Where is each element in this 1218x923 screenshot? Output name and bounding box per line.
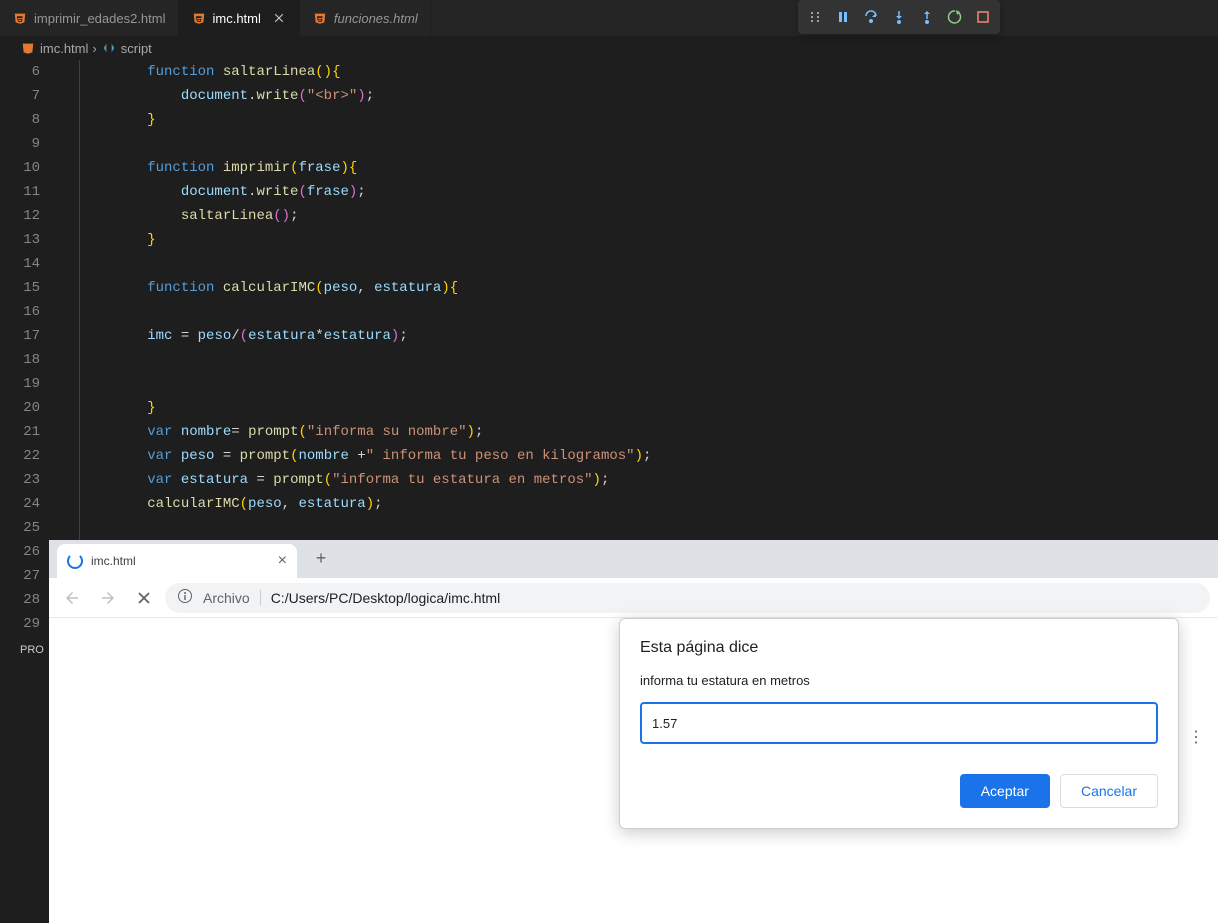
pause-icon[interactable] [830, 4, 856, 30]
address-url: C:/Users/PC/Desktop/logica/imc.html [271, 590, 501, 606]
drag-handle-icon[interactable] [802, 4, 828, 30]
address-bar[interactable]: Archivo C:/Users/PC/Desktop/logica/imc.h… [165, 583, 1210, 613]
tab-imc[interactable]: imc.html [179, 0, 300, 36]
tab-funciones[interactable]: funciones.html [300, 0, 431, 36]
html-file-icon [312, 10, 328, 26]
editor-tab-bar: imprimir_edades2.html imc.html funciones… [0, 0, 1218, 36]
prompt-input[interactable] [640, 702, 1158, 744]
more-icon[interactable]: ⋮ [1188, 727, 1204, 747]
stop-icon[interactable] [970, 4, 996, 30]
info-icon[interactable] [177, 588, 193, 607]
browser-window: imc.html × + Archivo C:/Users/PC/Desktop… [49, 540, 1218, 923]
browser-tab-title: imc.html [91, 554, 136, 568]
forward-button[interactable] [93, 583, 123, 613]
chevron-right-icon: › [92, 41, 96, 56]
close-icon[interactable]: × [278, 552, 287, 570]
loading-spinner-icon [67, 553, 83, 569]
tab-label: imprimir_edades2.html [34, 11, 166, 26]
browser-content: Esta página dice informa tu estatura en … [49, 618, 1218, 923]
new-tab-button[interactable]: + [307, 546, 335, 574]
step-into-icon[interactable] [886, 4, 912, 30]
breadcrumb-symbol: script [121, 41, 152, 56]
html-file-icon [20, 40, 36, 56]
breadcrumb-file: imc.html [40, 41, 88, 56]
restart-icon[interactable] [942, 4, 968, 30]
prompt-dialog: Esta página dice informa tu estatura en … [619, 618, 1179, 829]
browser-tab[interactable]: imc.html × [57, 544, 297, 578]
browser-toolbar: Archivo C:/Users/PC/Desktop/logica/imc.h… [49, 578, 1218, 618]
stop-reload-button[interactable] [129, 583, 159, 613]
script-icon [101, 40, 117, 56]
address-prefix: Archivo [203, 590, 261, 606]
html-file-icon [12, 10, 28, 26]
cancel-button[interactable]: Cancelar [1060, 774, 1158, 808]
back-button[interactable] [57, 583, 87, 613]
step-over-icon[interactable] [858, 4, 884, 30]
dialog-title: Esta página dice [640, 639, 1158, 657]
tab-label: imc.html [213, 11, 261, 26]
dialog-actions: Aceptar Cancelar [640, 774, 1158, 808]
dialog-message: informa tu estatura en metros [640, 673, 1158, 688]
accept-button[interactable]: Aceptar [960, 774, 1050, 808]
tab-label: funciones.html [334, 11, 418, 26]
html-file-icon [191, 10, 207, 26]
close-icon[interactable] [271, 10, 287, 26]
breadcrumb[interactable]: imc.html › script [0, 36, 1218, 60]
tab-imprimir-edades[interactable]: imprimir_edades2.html [0, 0, 179, 36]
step-out-icon[interactable] [914, 4, 940, 30]
browser-tab-strip: imc.html × + [49, 540, 1218, 578]
debug-toolbar [798, 0, 1000, 34]
